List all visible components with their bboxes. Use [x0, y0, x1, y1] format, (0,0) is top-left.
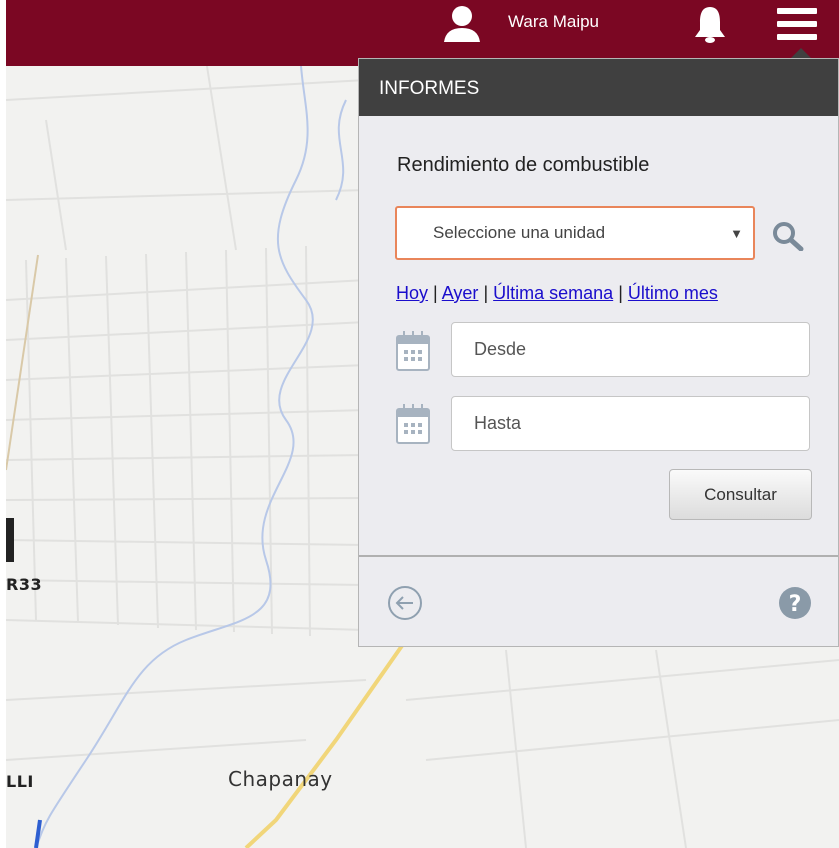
svg-text:?: ? — [789, 592, 802, 617]
back-arrow-icon[interactable] — [387, 585, 423, 621]
report-title: Rendimiento de combustible — [397, 154, 650, 176]
map-label-chapanay: Chapanay — [228, 767, 333, 791]
link-last-month[interactable]: Último mes — [628, 283, 718, 303]
link-last-week[interactable]: Última semana — [493, 283, 613, 303]
link-separator: | — [433, 283, 438, 303]
calendar-icon[interactable] — [396, 330, 430, 372]
consult-button[interactable]: Consultar — [669, 469, 812, 520]
search-icon[interactable] — [771, 221, 805, 252]
from-date-input[interactable] — [451, 322, 810, 377]
map-label-lli: LLI — [6, 772, 34, 791]
menu-bar-3 — [777, 34, 817, 40]
user-name[interactable]: Wara Maipu — [508, 12, 599, 32]
help-icon[interactable]: ? — [777, 585, 813, 621]
link-yesterday[interactable]: Ayer — [442, 283, 479, 303]
map-label-r33: R33 — [6, 575, 43, 594]
link-today[interactable]: Hoy — [396, 283, 428, 303]
menu-bar-2 — [777, 21, 817, 27]
chevron-down-icon: ▼ — [730, 226, 743, 241]
panel-divider — [359, 555, 838, 557]
unit-select[interactable]: Seleccione una unidad ▼ — [395, 206, 755, 260]
calendar-icon[interactable] — [396, 403, 430, 445]
unit-select-value: Seleccione una unidad — [433, 223, 606, 242]
link-separator: | — [618, 283, 623, 303]
reports-panel: INFORMES Rendimiento de combustible Sele… — [358, 58, 839, 647]
user-icon[interactable] — [440, 4, 484, 44]
link-separator: | — [483, 283, 489, 303]
bell-icon[interactable] — [690, 4, 730, 44]
panel-header: INFORMES — [359, 59, 838, 116]
menu-icon[interactable] — [774, 6, 820, 42]
to-date-input[interactable] — [451, 396, 810, 451]
menu-bar-1 — [777, 8, 817, 14]
quick-range-links: Hoy | Ayer | Última semana | Último mes — [396, 283, 718, 304]
